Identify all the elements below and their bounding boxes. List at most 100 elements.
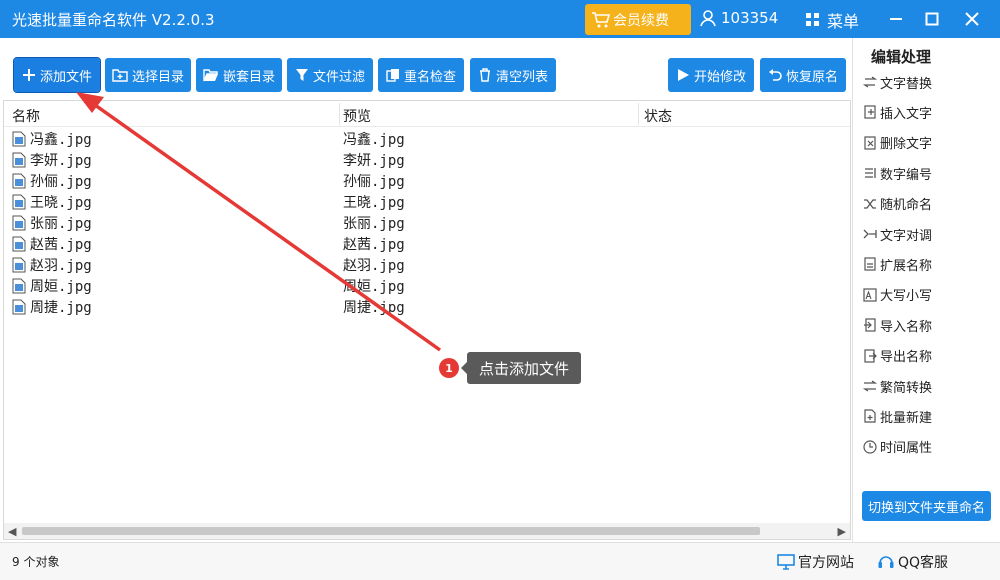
new-batch-icon [864,409,876,423]
vip-renew-button[interactable]: 会员续费 [585,4,691,35]
sidebar-item-label: 时间属性 [880,441,933,457]
minimize-button[interactable] [883,6,909,32]
folder-plus-icon [112,69,128,82]
restore-name-button[interactable]: 恢复原名 [760,58,846,92]
sidebar-item[interactable]: 导入名称 [863,312,932,338]
table-row[interactable]: 孙俪.jpg 孙俪.jpg [4,170,850,191]
file-name: 张丽.jpg [30,216,92,232]
column-preview[interactable]: 预览 [343,106,371,126]
sidebar-item[interactable]: 导出名称 [863,343,932,369]
column-divider[interactable] [339,103,340,125]
table-row[interactable]: 赵羽.jpg 赵羽.jpg [4,254,850,275]
add-file-button[interactable]: 添加文件 [13,57,101,93]
sidebar-item[interactable]: 文字对调 [863,221,932,247]
image-file-icon [12,299,26,315]
sidebar-item-label: 大写小写 [880,289,933,305]
sidebar-item-label: 繁简转换 [880,380,933,396]
column-name[interactable]: 名称 [12,106,40,126]
image-file-icon [12,152,26,168]
sidebar-item-label: 导出名称 [880,350,933,366]
sidebar-item[interactable]: 文字替换 [863,69,932,95]
select-dir-label: 选择目录 [131,69,184,85]
menu-button[interactable]: 菜单 [806,8,859,32]
import-icon [864,318,876,332]
rename-check-label: 重名检查 [403,69,456,85]
image-file-icon [12,236,26,252]
sidebar-item[interactable]: 扩展名称 [863,251,932,277]
clear-list-button[interactable]: 清空列表 [470,58,556,92]
sidebar-item[interactable]: 随机命名 [863,191,932,217]
select-dir-button[interactable]: 选择目录 [105,58,191,92]
headset-icon [878,556,894,568]
user-id: 103354 [721,9,779,27]
app-title: 光速批量重命名软件 V2.2.0.3 [12,11,215,29]
file-filter-label: 文件过滤 [312,69,365,85]
maximize-button[interactable] [919,6,945,32]
file-list[interactable]: 名称 预览 状态 冯鑫.jpg 冯鑫.jpg 李妍.jpg 李妍.jpg 孙俪.jpg 孙… [3,100,851,540]
qq-service-link[interactable]: QQ客服 [877,552,948,572]
image-file-icon [12,257,26,273]
case-icon [863,288,877,302]
sidebar-item[interactable]: 大写小写 [863,282,932,308]
table-row[interactable]: 冯鑫.jpg 冯鑫.jpg [4,128,850,149]
nested-dir-label: 嵌套目录 [222,69,275,85]
sidebar-item-label: 文字替换 [880,76,933,92]
column-status[interactable]: 状态 [644,106,672,126]
sidebar-item-label: 批量新建 [880,410,933,426]
file-name: 孙俪.jpg [30,174,92,190]
table-row[interactable]: 周姮.jpg 周姮.jpg [4,275,850,296]
step-badge: 1 [439,358,459,378]
number-icon [865,168,876,179]
user-account[interactable]: 103354 [699,9,778,27]
user-icon [700,10,716,27]
table-row[interactable]: 赵茜.jpg 赵茜.jpg [4,233,850,254]
sidebar-item-label: 插入文字 [880,106,933,122]
delete-text-icon [864,136,876,150]
sidebar-item[interactable]: 插入文字 [863,99,932,125]
qq-label: QQ客服 [898,555,949,571]
file-name: 冯鑫.jpg [30,132,92,148]
clear-list-label: 清空列表 [495,69,548,85]
filter-icon [295,69,308,81]
nested-dir-button[interactable]: 嵌套目录 [196,58,282,92]
sidebar-item[interactable]: 数字编号 [863,160,932,186]
horizontal-scrollbar[interactable]: ◀ ▶ [4,523,850,539]
file-filter-button[interactable]: 文件过滤 [287,58,373,92]
sidebar-item[interactable]: 批量新建 [863,403,932,429]
table-row[interactable]: 周捷.jpg 周捷.jpg [4,296,850,317]
sidebar-item-label: 数字编号 [880,167,933,183]
start-modify-button[interactable]: 开始修改 [668,58,754,92]
scroll-right-icon[interactable]: ▶ [838,525,846,538]
sidebar-item-label: 随机命名 [880,198,933,214]
table-row[interactable]: 王晓.jpg 王晓.jpg [4,191,850,212]
plus-icon [22,69,35,81]
extension-icon [864,257,876,271]
exchange-icon [863,229,877,239]
clock-icon [863,440,877,454]
column-divider[interactable] [638,103,639,125]
close-icon [965,12,979,26]
swap-icon [863,76,877,88]
official-website-link[interactable]: 官方网站 [777,552,854,572]
rename-check-button[interactable]: 重名检查 [378,58,464,92]
switch-folder-rename-button[interactable]: 切换到文件夹重命名 [862,491,991,521]
close-button[interactable] [959,6,985,32]
insert-icon [864,105,876,119]
table-row[interactable]: 李妍.jpg 李妍.jpg [4,149,850,170]
file-name: 周捷.jpg [30,300,92,316]
file-preview: 张丽.jpg [343,216,405,232]
image-file-icon [12,173,26,189]
sidebar-item[interactable]: 时间属性 [863,434,932,460]
file-name: 赵羽.jpg [30,258,92,274]
sidebar-item-label: 删除文字 [880,137,933,153]
duplicate-icon [386,69,399,82]
file-preview: 李妍.jpg [343,153,405,169]
sidebar-item[interactable]: 删除文字 [863,130,932,156]
scroll-left-icon[interactable]: ◀ [8,525,16,538]
start-modify-label: 开始修改 [693,69,746,85]
scrollbar-thumb[interactable] [22,527,760,535]
sidebar-item[interactable]: 繁简转换 [863,373,932,399]
file-preview: 孙俪.jpg [343,174,405,190]
undo-icon [768,69,782,81]
table-row[interactable]: 张丽.jpg 张丽.jpg [4,212,850,233]
